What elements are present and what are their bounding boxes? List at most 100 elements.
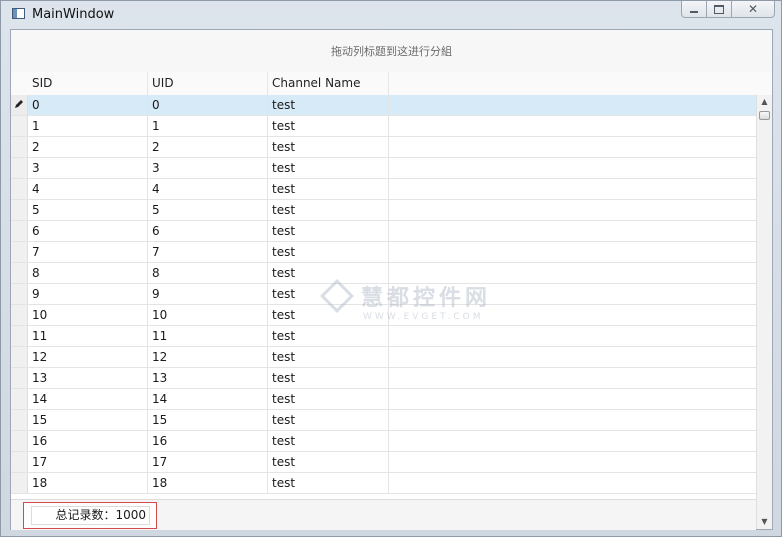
row-indicator[interactable] [11,263,28,283]
row-indicator[interactable] [11,473,28,493]
row-indicator[interactable] [11,431,28,451]
scroll-up-icon[interactable]: ▲ [757,95,772,109]
table-row[interactable]: 5 5 test [11,200,756,221]
maximize-button[interactable] [706,1,732,18]
row-indicator[interactable] [11,200,28,220]
cell-sid[interactable]: 3 [28,158,148,178]
cell-sid[interactable]: 0 [28,95,148,115]
cell-channel-name[interactable]: test [268,137,389,157]
cell-uid[interactable]: 7 [148,242,268,262]
cell-sid[interactable]: 7 [28,242,148,262]
cell-sid[interactable]: 2 [28,137,148,157]
cell-sid[interactable]: 15 [28,410,148,430]
cell-channel-name[interactable]: test [268,452,389,472]
cell-uid[interactable]: 11 [148,326,268,346]
cell-channel-name[interactable]: test [268,431,389,451]
cell-sid[interactable]: 9 [28,284,148,304]
cell-channel-name[interactable]: test [268,347,389,367]
table-row[interactable]: 7 7 test [11,242,756,263]
cell-uid[interactable]: 15 [148,410,268,430]
row-indicator[interactable] [11,158,28,178]
cell-channel-name[interactable]: test [268,368,389,388]
row-indicator[interactable] [11,137,28,157]
cell-channel-name[interactable]: test [268,284,389,304]
table-row[interactable]: 9 9 test [11,284,756,305]
cell-channel-name[interactable]: test [268,95,389,115]
row-indicator[interactable] [11,368,28,388]
column-header-sid[interactable]: SID [28,72,148,95]
row-indicator[interactable] [11,305,28,325]
row-indicator[interactable] [11,242,28,262]
cell-uid[interactable]: 8 [148,263,268,283]
cell-sid[interactable]: 16 [28,431,148,451]
row-indicator[interactable] [11,95,28,115]
group-panel[interactable]: 拖动列标题到这进行分組 [11,30,772,73]
row-indicator[interactable] [11,116,28,136]
cell-sid[interactable]: 5 [28,200,148,220]
cell-sid[interactable]: 11 [28,326,148,346]
cell-uid[interactable]: 5 [148,200,268,220]
cell-uid[interactable]: 12 [148,347,268,367]
cell-channel-name[interactable]: test [268,200,389,220]
table-row[interactable]: 13 13 test [11,368,756,389]
table-row[interactable]: 2 2 test [11,137,756,158]
cell-channel-name[interactable]: test [268,389,389,409]
cell-sid[interactable]: 10 [28,305,148,325]
row-indicator[interactable] [11,326,28,346]
table-row[interactable]: 18 18 test [11,473,756,494]
cell-sid[interactable]: 6 [28,221,148,241]
cell-sid[interactable]: 18 [28,473,148,493]
table-row[interactable]: 4 4 test [11,179,756,200]
cell-uid[interactable]: 2 [148,137,268,157]
table-row[interactable]: 12 12 test [11,347,756,368]
table-row[interactable]: 10 10 test [11,305,756,326]
cell-channel-name[interactable]: test [268,179,389,199]
table-row[interactable]: 6 6 test [11,221,756,242]
cell-channel-name[interactable]: test [268,221,389,241]
cell-channel-name[interactable]: test [268,473,389,493]
cell-channel-name[interactable]: test [268,326,389,346]
cell-sid[interactable]: 12 [28,347,148,367]
vertical-scrollbar[interactable]: ▲ ▼ [756,95,772,529]
cell-uid[interactable]: 14 [148,389,268,409]
cell-sid[interactable]: 4 [28,179,148,199]
row-indicator[interactable] [11,452,28,472]
cell-sid[interactable]: 13 [28,368,148,388]
cell-uid[interactable]: 3 [148,158,268,178]
cell-uid[interactable]: 13 [148,368,268,388]
table-row[interactable]: 0 0 test [11,95,756,116]
close-button[interactable]: ✕ [731,1,775,18]
table-row[interactable]: 1 1 test [11,116,756,137]
row-indicator[interactable] [11,389,28,409]
table-row[interactable]: 3 3 test [11,158,756,179]
table-row[interactable]: 11 11 test [11,326,756,347]
row-indicator[interactable] [11,347,28,367]
cell-uid[interactable]: 1 [148,116,268,136]
row-indicator[interactable] [11,221,28,241]
cell-uid[interactable]: 16 [148,431,268,451]
title-bar[interactable]: MainWindow ✕ [1,1,781,28]
cell-channel-name[interactable]: test [268,158,389,178]
table-row[interactable]: 15 15 test [11,410,756,431]
cell-channel-name[interactable]: test [268,410,389,430]
cell-sid[interactable]: 1 [28,116,148,136]
cell-uid[interactable]: 9 [148,284,268,304]
cell-sid[interactable]: 17 [28,452,148,472]
cell-channel-name[interactable]: test [268,242,389,262]
table-row[interactable]: 14 14 test [11,389,756,410]
table-row[interactable]: 8 8 test [11,263,756,284]
row-indicator[interactable] [11,410,28,430]
cell-channel-name[interactable]: test [268,116,389,136]
cell-uid[interactable]: 10 [148,305,268,325]
scroll-down-icon[interactable]: ▼ [757,515,772,529]
cell-channel-name[interactable]: test [268,263,389,283]
cell-uid[interactable]: 0 [148,95,268,115]
cell-uid[interactable]: 18 [148,473,268,493]
cell-uid[interactable]: 17 [148,452,268,472]
cell-sid[interactable]: 14 [28,389,148,409]
cell-uid[interactable]: 4 [148,179,268,199]
column-header-channel-name[interactable]: Channel Name [268,72,389,95]
cell-channel-name[interactable]: test [268,305,389,325]
column-header-uid[interactable]: UID [148,72,268,95]
cell-sid[interactable]: 8 [28,263,148,283]
